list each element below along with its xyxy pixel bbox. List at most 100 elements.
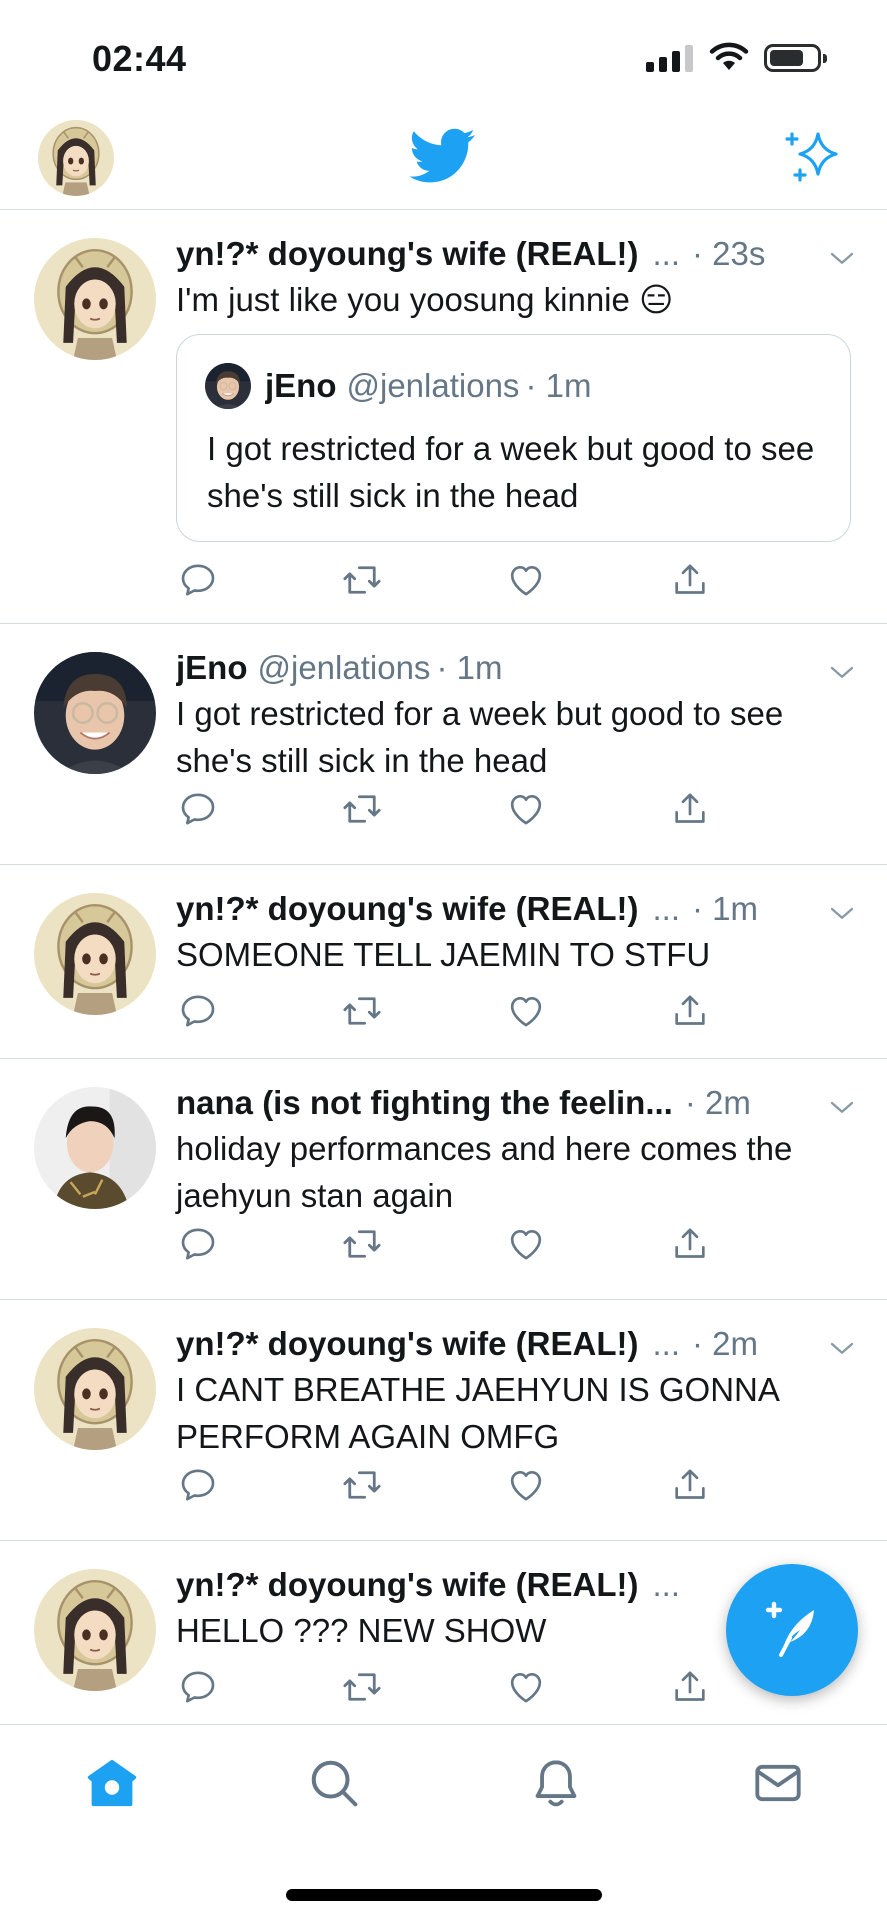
- like-button[interactable]: [504, 989, 548, 1033]
- tweet-author-name[interactable]: yn!?* doyoung's wife (REAL!): [176, 1566, 638, 1604]
- messages-icon: [755, 1764, 801, 1802]
- sparkle-icon[interactable]: [784, 126, 844, 186]
- chevron-down-icon[interactable]: [827, 658, 857, 688]
- reply-button[interactable]: [176, 1222, 220, 1266]
- share-button[interactable]: [668, 1463, 712, 1507]
- tweet-actions: [176, 787, 736, 831]
- reply-button[interactable]: [176, 989, 220, 1033]
- cellular-signal-icon: [646, 44, 693, 72]
- like-button[interactable]: [504, 558, 548, 602]
- chevron-down-icon[interactable]: [827, 1334, 857, 1364]
- heart-icon: [506, 991, 546, 1031]
- reply-button[interactable]: [176, 1665, 220, 1709]
- tweet-author-name[interactable]: nana (is not fighting the feelin...: [176, 1084, 673, 1122]
- tweet[interactable]: jEno @jenlations · 1m I got restricted f…: [0, 624, 887, 865]
- retweet-button[interactable]: [340, 558, 384, 602]
- tweet-author-name[interactable]: yn!?* doyoung's wife (REAL!): [176, 235, 638, 273]
- share-button[interactable]: [668, 558, 712, 602]
- retweet-button[interactable]: [340, 1222, 384, 1266]
- tweet-author-avatar[interactable]: [34, 238, 156, 360]
- like-button[interactable]: [504, 1665, 548, 1709]
- home-indicator[interactable]: [286, 1889, 602, 1901]
- quoted-tweet-header: jEno @jenlations · 1m: [205, 363, 591, 409]
- tweet-name-ellipsis: ...: [652, 1566, 680, 1603]
- search-icon: [311, 1760, 358, 1807]
- reply-icon: [178, 1465, 218, 1505]
- retweet-button[interactable]: [340, 787, 384, 831]
- reply-icon: [178, 1667, 218, 1707]
- share-icon: [670, 991, 710, 1031]
- reply-button[interactable]: [176, 1463, 220, 1507]
- tweet-actions: [176, 1463, 736, 1507]
- tweet[interactable]: yn!?* doyoung's wife (REAL!) ... · 1m SO…: [0, 865, 887, 1059]
- chevron-down-icon[interactable]: [827, 1093, 857, 1123]
- reply-button[interactable]: [176, 558, 220, 602]
- reply-icon: [178, 789, 218, 829]
- status-time: 02:44: [92, 38, 187, 79]
- bottom-tab-bar: [0, 1724, 887, 1920]
- share-icon: [670, 560, 710, 600]
- tweet-text: SOMEONE TELL JAEMIN TO STFU: [176, 936, 711, 973]
- top-navigation-bar: [0, 110, 887, 210]
- like-button[interactable]: [504, 787, 548, 831]
- tweet-author-avatar[interactable]: [34, 652, 156, 774]
- tweet[interactable]: yn!?* doyoung's wife (REAL!) ... · 23s I…: [0, 210, 887, 624]
- chevron-down-icon[interactable]: [827, 244, 857, 274]
- retweet-icon: [341, 788, 383, 830]
- tweet-header: jEno @jenlations · 1m: [176, 644, 857, 692]
- retweet-icon: [341, 990, 383, 1032]
- retweet-icon: [341, 559, 383, 601]
- reply-icon: [178, 991, 218, 1031]
- tweet-author-name[interactable]: jEno: [176, 649, 248, 687]
- tweet[interactable]: yn!?* doyoung's wife (REAL!) ... · 2m I …: [0, 1300, 887, 1541]
- retweet-button[interactable]: [340, 1463, 384, 1507]
- tweet-author-avatar[interactable]: [34, 1569, 156, 1691]
- quoted-author-handle: @jenlations: [346, 367, 520, 404]
- tab-search[interactable]: [306, 1755, 362, 1811]
- tweet-author-name[interactable]: yn!?* doyoung's wife (REAL!): [176, 1325, 638, 1363]
- tweet-header: yn!?* doyoung's wife (REAL!) ... · 23s: [176, 230, 857, 278]
- share-icon: [670, 1667, 710, 1707]
- tweet-author-avatar[interactable]: [34, 1328, 156, 1450]
- chevron-down-icon[interactable]: [827, 899, 857, 929]
- tweet-text: I'm just like you yoosung kinnie 😑: [176, 281, 674, 318]
- tweet-author-avatar[interactable]: [34, 1087, 156, 1209]
- heart-icon: [506, 1667, 546, 1707]
- twitter-bird-icon[interactable]: [410, 128, 476, 184]
- tweet-author-name[interactable]: yn!?* doyoung's wife (REAL!): [176, 890, 638, 928]
- tweet-author-handle: @jenlations: [257, 649, 431, 686]
- tab-home[interactable]: [84, 1755, 140, 1811]
- tweet[interactable]: nana (is not fighting the feelin... · 2m…: [0, 1059, 887, 1300]
- retweet-icon: [341, 1223, 383, 1265]
- tweet-author-avatar[interactable]: [34, 893, 156, 1015]
- home-icon: [87, 1759, 137, 1807]
- profile-avatar-button[interactable]: [38, 120, 114, 196]
- notifications-icon: [535, 1760, 577, 1807]
- quoted-tweet[interactable]: jEno @jenlations · 1m I got restricted f…: [176, 334, 851, 542]
- tab-messages[interactable]: [750, 1755, 806, 1811]
- retweet-button[interactable]: [340, 989, 384, 1033]
- tweet-name-ellipsis: ...: [652, 235, 680, 272]
- reply-button[interactable]: [176, 787, 220, 831]
- like-button[interactable]: [504, 1222, 548, 1266]
- quoted-timestamp: · 1m: [525, 367, 592, 404]
- tweet-name-ellipsis: ...: [652, 890, 680, 927]
- heart-icon: [506, 1465, 546, 1505]
- heart-icon: [506, 560, 546, 600]
- tweet-actions: [176, 1222, 736, 1266]
- compose-tweet-button[interactable]: [726, 1564, 858, 1696]
- tweet-actions: [176, 1665, 736, 1709]
- tweet-timestamp: · 2m: [684, 1084, 751, 1121]
- share-icon: [670, 1465, 710, 1505]
- share-button[interactable]: [668, 989, 712, 1033]
- share-button[interactable]: [668, 1665, 712, 1709]
- share-button[interactable]: [668, 787, 712, 831]
- like-button[interactable]: [504, 1463, 548, 1507]
- tab-notifications[interactable]: [528, 1755, 584, 1811]
- tweet-timestamp: · 1m: [692, 890, 758, 927]
- timeline-feed: yn!?* doyoung's wife (REAL!) ... · 23s I…: [0, 210, 887, 1726]
- retweet-button[interactable]: [340, 1665, 384, 1709]
- quoted-tweet-text: I got restricted for a week but good to …: [207, 430, 815, 514]
- reply-icon: [178, 560, 218, 600]
- share-button[interactable]: [668, 1222, 712, 1266]
